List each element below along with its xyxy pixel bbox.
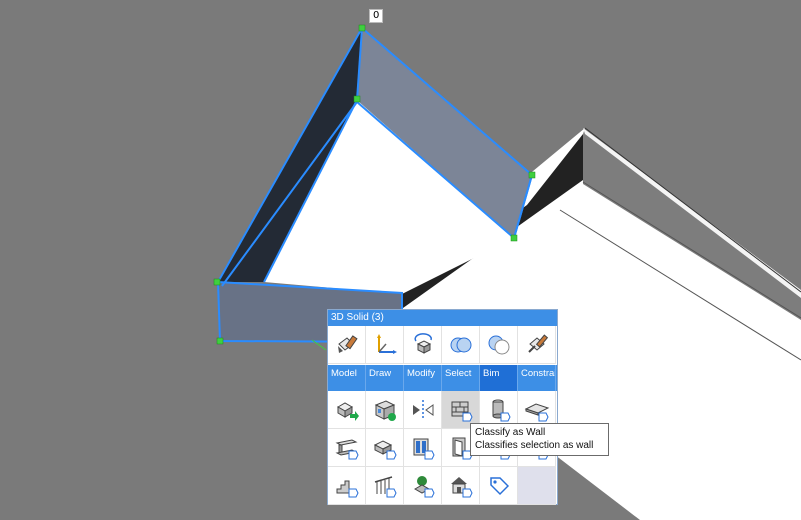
- quad-title: 3D Solid (3): [328, 310, 557, 326]
- tooltip: Classify as Wall Classifies selection as…: [470, 423, 609, 456]
- tooltip-description: Classifies selection as wall: [475, 440, 594, 451]
- classify-furniture-icon[interactable]: [404, 467, 442, 505]
- add-windows-icon[interactable]: [366, 391, 404, 429]
- classify-stair-icon[interactable]: [328, 467, 366, 505]
- mirror-icon[interactable]: [404, 391, 442, 429]
- quad-tab-bar: Model Draw Modify Select Bim Constrai: [328, 365, 557, 391]
- quad-top-icon-row: [328, 326, 557, 364]
- coordinate-system-icon[interactable]: [366, 326, 404, 364]
- dimension-label[interactable]: 0: [369, 9, 384, 23]
- quad-menu[interactable]: 3D Solid (3) Model Draw Modify Select Bi…: [327, 309, 558, 505]
- tab-constraints[interactable]: Constrai: [518, 365, 556, 391]
- classify-building-icon[interactable]: [442, 467, 480, 505]
- classify-block-icon[interactable]: [366, 429, 404, 467]
- tab-model[interactable]: Model: [328, 365, 366, 391]
- subtract-icon[interactable]: [480, 326, 518, 364]
- extrude-icon[interactable]: [328, 391, 366, 429]
- tooltip-title: Classify as Wall: [475, 427, 546, 438]
- quad-tool-row-3: [328, 467, 557, 505]
- paint-bucket-icon[interactable]: [328, 326, 366, 364]
- tab-select[interactable]: Select: [442, 365, 480, 391]
- tab-bim[interactable]: Bim: [480, 365, 518, 391]
- tab-draw[interactable]: Draw: [366, 365, 404, 391]
- union-icon[interactable]: [442, 326, 480, 364]
- classify-railing-icon[interactable]: [366, 467, 404, 505]
- rotate-3d-icon[interactable]: [404, 326, 442, 364]
- classify-tag-icon[interactable]: [480, 467, 518, 505]
- classify-window-icon[interactable]: [404, 429, 442, 467]
- classify-beam-icon[interactable]: [328, 429, 366, 467]
- tab-modify[interactable]: Modify: [404, 365, 442, 391]
- empty-slot: [518, 467, 556, 505]
- eyedropper-icon[interactable]: [518, 326, 556, 364]
